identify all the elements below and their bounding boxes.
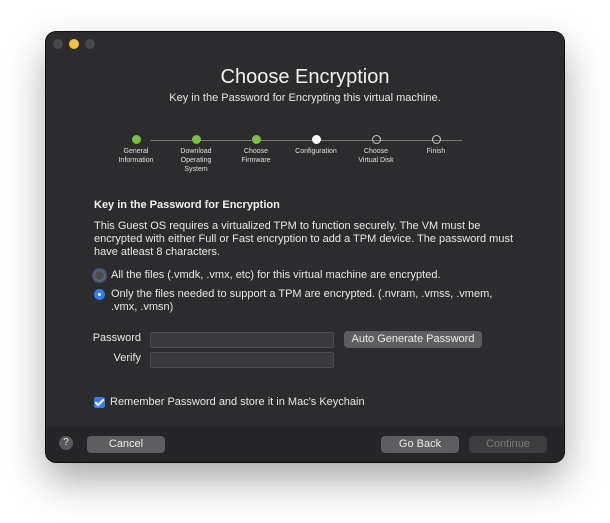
option-label: All the files (.vmdk, .vmx, etc) for thi… [111,269,441,281]
dialog-footer: ? Cancel Go Back Continue [46,426,564,462]
option-encrypt-tpm-files[interactable]: Only the files needed to support a TPM a… [94,288,514,314]
option-encrypt-all-files[interactable]: All the files (.vmdk, .vmx, etc) for thi… [94,269,514,282]
window-controls [53,39,95,49]
close-window-button[interactable] [53,39,63,49]
step-complete-dot [191,135,201,144]
auto-generate-password-button[interactable]: Auto Generate Password [344,331,482,348]
wizard-progress: General Information Download Operating S… [118,135,476,179]
remember-password-option[interactable]: Remember Password and store it in Mac's … [94,396,365,408]
section-description: This Guest OS requires a virtualized TPM… [94,220,514,258]
step-pending-dot [431,135,441,144]
verify-label: Verify [113,352,141,364]
step-label: Finish [426,148,446,155]
password-label: Password [92,332,141,344]
step-finish: Finish [401,135,471,156]
minimize-window-button[interactable] [69,39,79,49]
remember-password-checkbox[interactable] [94,396,105,408]
step-current-dot [311,135,321,144]
encryption-dialog: Choose Encryption Key in the Password fo… [46,32,564,462]
help-icon[interactable]: ? [59,436,73,450]
cancel-button[interactable]: Cancel [87,436,165,453]
password-field[interactable] [150,332,334,348]
radio-button-selected[interactable] [94,289,105,300]
zoom-window-button[interactable] [85,39,95,49]
go-back-button[interactable]: Go Back [381,436,459,453]
step-complete-dot [251,135,261,144]
section-heading: Key in the Password for Encryption [94,199,280,211]
step-pending-dot [371,135,381,144]
dialog-title: Choose Encryption [220,66,390,88]
remember-password-label: Remember Password and store it in Mac's … [110,396,365,408]
dialog-subtitle: Key in the Password for Encrypting this … [169,92,441,104]
radio-button-unselected[interactable] [94,270,105,281]
verify-password-field[interactable] [150,352,334,368]
step-complete-dot [131,135,141,144]
option-label: Only the files needed to support a TPM a… [111,288,493,313]
continue-button[interactable]: Continue [469,436,547,453]
